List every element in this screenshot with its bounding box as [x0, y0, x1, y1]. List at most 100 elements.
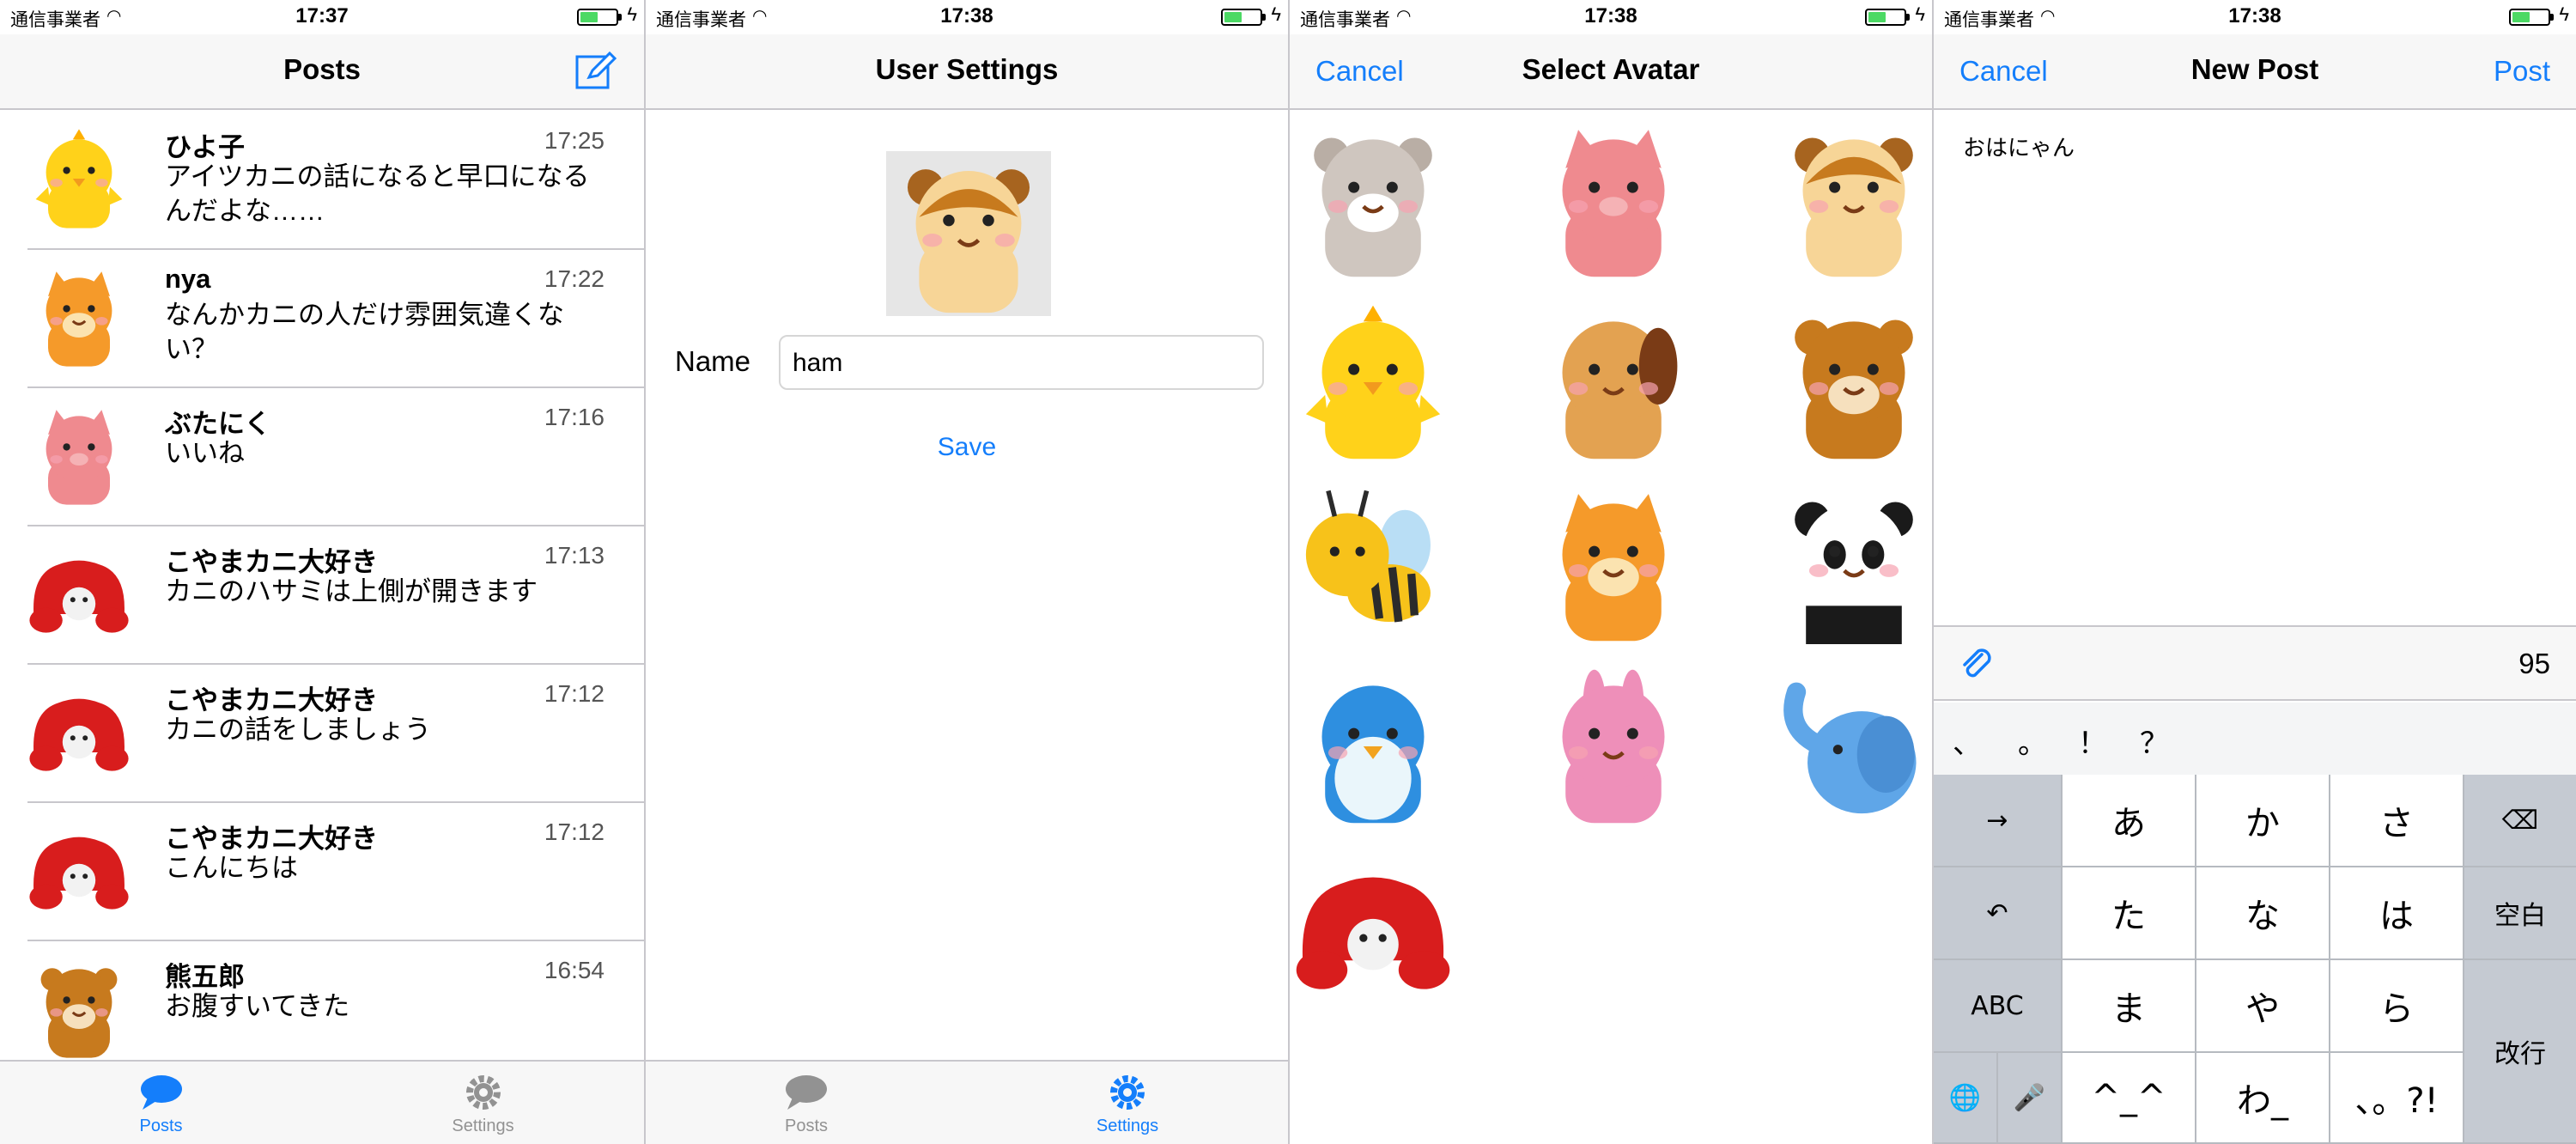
key-0-3[interactable]: さ — [2330, 775, 2464, 867]
key-3-0[interactable]: 🌐 — [1934, 1053, 1998, 1144]
avatar-option-pig[interactable] — [1534, 120, 1693, 280]
post-row[interactable]: ひよ子 17:25 アイツカニの話になると早口になるんだよな…… — [27, 112, 644, 250]
key-3-2[interactable]: ^_^ — [2063, 1053, 2196, 1144]
tab-posts[interactable]: Posts — [0, 1072, 322, 1136]
tab-settings[interactable]: Settings — [967, 1072, 1288, 1136]
rabbit-icon — [1562, 669, 1665, 824]
key-1-2[interactable]: な — [2196, 867, 2330, 960]
charging-icon: ϟ — [627, 3, 637, 25]
key-2-0[interactable]: ABC — [1934, 960, 2063, 1053]
post-body: いいね — [165, 438, 245, 468]
avatar-option-alpaca[interactable] — [1293, 120, 1453, 280]
nav-bar: Posts — [0, 34, 644, 110]
tab-settings[interactable]: Settings — [322, 1072, 644, 1136]
post-author: 熊五郎 — [165, 962, 245, 992]
tab-posts-label: Posts — [784, 1117, 829, 1135]
key-1-3[interactable]: は — [2330, 867, 2464, 960]
battery-icon — [2509, 9, 2550, 26]
compose-toolbar: 95 — [1934, 625, 2576, 701]
key-3-4[interactable]: 、。?! — [2330, 1053, 2464, 1144]
new-post-screen: 通信事業者 ◠ 17:38 ϟ Cancel New Post Post おはに… — [1932, 0, 2576, 1144]
key-3-3[interactable]: わ_ — [2196, 1053, 2330, 1144]
candidate-bar: 、 。 ！ ？ — [1934, 703, 2576, 775]
post-row[interactable]: こやまカニ大好き 17:12 カニの話をしましょう — [27, 665, 644, 803]
gear-icon — [465, 1075, 501, 1110]
character-count: 95 — [2518, 648, 2550, 679]
status-bar: 通信事業者 ◠ 17:37 ϟ — [0, 0, 644, 34]
avatar-option-cat[interactable] — [1534, 484, 1693, 644]
post-row[interactable]: 熊五郎 16:54 お腹すいてきた — [27, 941, 644, 1061]
candidate-question[interactable]: ？ — [2140, 720, 2169, 762]
key-2-2[interactable]: や — [2196, 960, 2330, 1053]
key-0-4[interactable]: ⌫ — [2464, 775, 2576, 867]
pig-icon — [1562, 130, 1665, 277]
crab-avatar-icon — [29, 837, 129, 910]
battery-icon — [577, 9, 618, 26]
paperclip-icon[interactable] — [1958, 646, 1996, 684]
key-0-2[interactable]: か — [2196, 775, 2330, 867]
candidate-exclamation[interactable]: ！ — [2078, 720, 2107, 762]
settings-screen: 通信事業者 ◠ 17:38 ϟ User Settings Name ham S… — [644, 0, 1288, 1144]
tab-posts[interactable]: Posts — [646, 1072, 967, 1136]
penguin-icon — [1321, 685, 1425, 824]
compose-icon[interactable] — [574, 48, 618, 93]
post-button[interactable]: Post — [2494, 55, 2550, 88]
key-1-1[interactable]: た — [2063, 867, 2196, 960]
key-1-0[interactable]: ↶ — [1934, 867, 2063, 960]
chick-icon — [1305, 305, 1441, 459]
post-row[interactable]: ぶたにく 17:16 いいね — [27, 388, 644, 526]
post-time: 17:25 — [544, 127, 605, 154]
key-3-1[interactable]: 🎤 — [1998, 1053, 2063, 1144]
avatar-option-penguin[interactable] — [1293, 666, 1453, 826]
nav-bar: Cancel Select Avatar — [1290, 34, 1932, 110]
avatar-option-chick[interactable] — [1293, 302, 1453, 462]
candidate-comma[interactable]: 、 — [1953, 720, 1982, 762]
post-row[interactable]: nya 17:22 なんかカニの人だけ雰囲気違くない？ — [27, 250, 644, 388]
key-1-4[interactable]: 空白 — [2464, 867, 2576, 960]
name-field[interactable]: ham — [779, 335, 1264, 390]
avatar-screen: 通信事業者 ◠ 17:38 ϟ Cancel Select Avatar — [1288, 0, 1932, 1144]
key-0-0[interactable]: → — [1934, 775, 2063, 867]
tab-posts-label: Posts — [139, 1117, 183, 1135]
hamster-avatar-icon — [907, 169, 1030, 313]
avatar-option-bee[interactable] — [1293, 484, 1453, 644]
key-0-1[interactable]: あ — [2063, 775, 2196, 867]
avatar-option-hamster[interactable] — [1774, 120, 1932, 280]
page-title: New Post — [2190, 53, 2319, 85]
post-author: こやまカニ大好き — [165, 824, 378, 854]
chick-avatar-icon — [35, 129, 123, 228]
keyboard: → あかさ ⌫ ↶ たなは空白 ABC まやら改行 🌐 🎤 ^_^ わ_、。?! — [1934, 775, 2576, 1144]
avatar-option-bear[interactable] — [1774, 302, 1932, 462]
post-time: 17:12 — [544, 818, 605, 845]
cat-avatar-icon — [46, 271, 112, 367]
panda-icon — [1795, 502, 1913, 644]
tab-bar: Posts Settings — [0, 1060, 644, 1144]
candidate-period[interactable]: 。 — [2018, 720, 2047, 762]
avatar-option-elephant[interactable] — [1774, 666, 1932, 826]
nav-bar: Cancel New Post Post — [1934, 34, 2576, 110]
post-list[interactable]: ひよ子 17:25 アイツカニの話になると早口になるんだよな…… nya 17:22 なん… — [0, 112, 644, 1061]
avatar-picker-button[interactable] — [886, 151, 1051, 316]
avatar-option-rabbit[interactable] — [1534, 666, 1693, 826]
save-button[interactable]: Save — [646, 433, 1288, 462]
avatar-option-dog[interactable] — [1534, 302, 1693, 462]
key-2-4[interactable]: 改行 — [2464, 960, 2576, 1144]
crab-icon — [1296, 877, 1450, 989]
page-title: User Settings — [875, 53, 1059, 85]
post-row[interactable]: こやまカニ大好き 17:13 カニのハサミは上側が開きます — [27, 526, 644, 665]
post-row[interactable]: こやまカニ大好き 17:12 こんにちは — [27, 803, 644, 941]
clock: 17:37 — [295, 4, 349, 27]
clock: 17:38 — [940, 4, 993, 27]
post-author: ひよ子 — [165, 132, 245, 162]
charging-icon: ϟ — [1271, 3, 1281, 25]
nav-bar: User Settings — [646, 34, 1288, 110]
key-2-1[interactable]: ま — [2063, 960, 2196, 1053]
avatar-option-panda[interactable] — [1774, 484, 1932, 644]
clock: 17:38 — [1584, 4, 1637, 27]
post-body: こんにちは — [165, 853, 298, 883]
key-2-3[interactable]: ら — [2330, 960, 2464, 1053]
pig-avatar-icon — [46, 410, 112, 505]
post-text-area[interactable]: おはにゃん — [1963, 131, 2075, 162]
avatar-option-crab[interactable] — [1293, 849, 1453, 1008]
speech-bubble-icon — [140, 1075, 182, 1110]
